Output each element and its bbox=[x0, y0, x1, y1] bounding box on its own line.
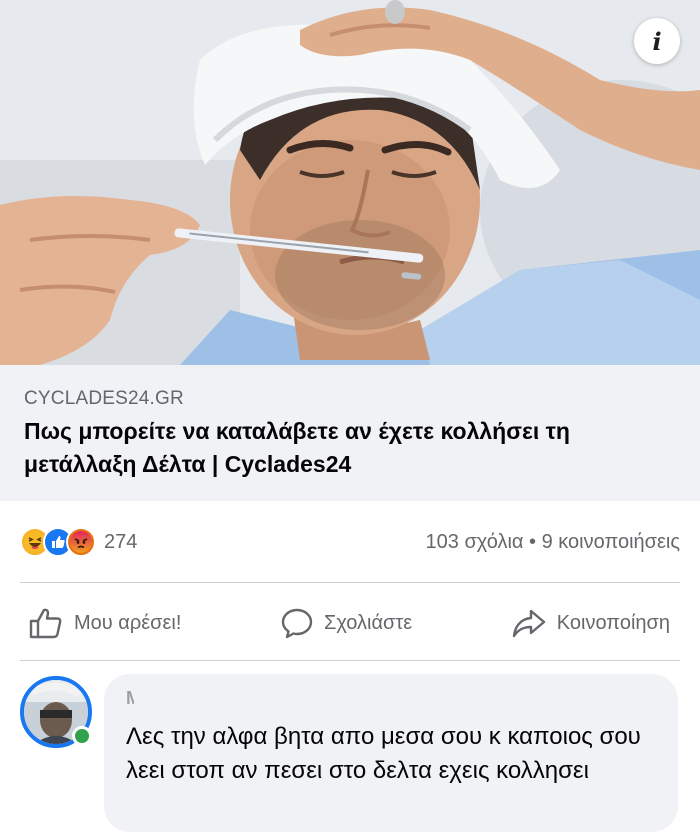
info-button[interactable]: i bbox=[634, 18, 680, 64]
link-domain: CYCLADES24.GR bbox=[24, 388, 184, 409]
reaction-count: 274 bbox=[104, 530, 138, 553]
angry-icon bbox=[66, 527, 96, 557]
comment-text: Λες την αλφα βητα απο μεσα σου κ καποιος… bbox=[126, 723, 641, 784]
divider bbox=[20, 660, 680, 661]
share-button-label: Κοινοποίηση bbox=[556, 611, 670, 634]
name-redaction bbox=[134, 690, 434, 712]
engagement-summary: 274 103 σχόλια • 9 κοινοποιήσεις bbox=[0, 510, 700, 574]
sick-man-thermometer-photo bbox=[0, 0, 700, 365]
link-caption[interactable]: CYCLADES24.GR Πως μπορείτε να καταλάβετε… bbox=[0, 365, 700, 501]
comment-button-label: Σχολιάστε bbox=[323, 611, 413, 634]
comment-button[interactable]: Σχολιάστε bbox=[280, 606, 412, 640]
share-button[interactable]: Κοινοποίηση bbox=[511, 606, 670, 640]
reaction-summary[interactable]: 274 bbox=[20, 527, 137, 557]
post-actions-bar: Μου αρέσει! Σχολιάστε Κοινοποίηση bbox=[0, 590, 700, 656]
like-button-label: Μου αρέσει! bbox=[74, 611, 182, 634]
comment-bubble[interactable]: Μ… …ης Μουσταφης Λες την αλφα βητα απο μ… bbox=[104, 674, 678, 832]
thumbs-up-icon bbox=[29, 608, 62, 639]
link-headline[interactable]: Πως μπορείτε να καταλάβετε αν έχετε κολλ… bbox=[24, 415, 676, 481]
online-status-dot bbox=[72, 726, 92, 746]
divider bbox=[20, 582, 680, 583]
commenter-avatar[interactable] bbox=[20, 676, 92, 748]
comments-shares-count[interactable]: 103 σχόλια • 9 κοινοποιήσεις bbox=[426, 531, 680, 554]
link-preview-image[interactable]: i bbox=[0, 0, 700, 365]
like-button[interactable]: Μου αρέσει! bbox=[28, 606, 181, 640]
commenter-name-row: Μ… …ης Μουσταφης bbox=[126, 688, 658, 714]
comment-bubble-icon bbox=[281, 608, 313, 639]
share-arrow-icon bbox=[512, 609, 545, 638]
